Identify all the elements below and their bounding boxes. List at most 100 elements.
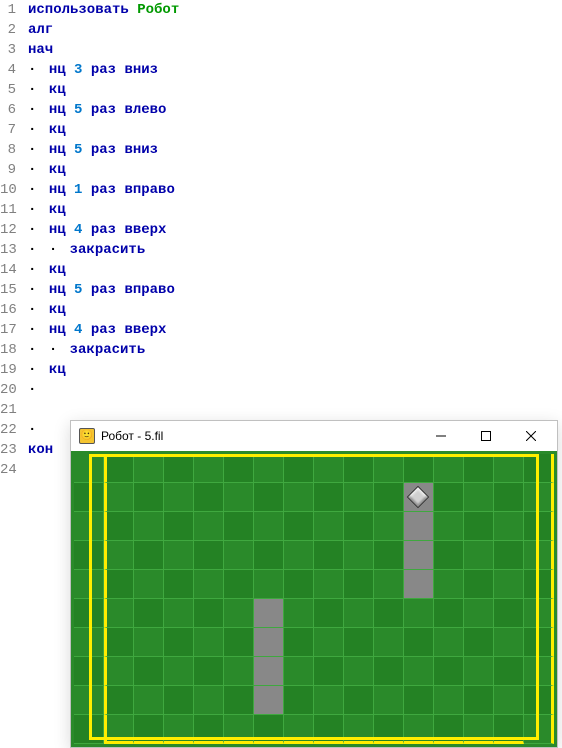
indent-dot: · bbox=[28, 222, 40, 238]
code-line[interactable]: использовать Робот bbox=[28, 0, 562, 20]
line-number: 6 bbox=[0, 100, 16, 120]
token: кц bbox=[49, 82, 66, 98]
grid-cell bbox=[434, 628, 464, 657]
grid-cell bbox=[164, 541, 194, 570]
indent-dot: · bbox=[49, 242, 61, 258]
line-number: 11 bbox=[0, 200, 16, 220]
grid-cell bbox=[134, 512, 164, 541]
code-line[interactable]: · нц 4 раз вверх bbox=[28, 220, 562, 240]
grid-cell bbox=[464, 599, 494, 628]
token: кон bbox=[28, 442, 53, 458]
code-line[interactable]: · кц bbox=[28, 80, 562, 100]
line-number: 17 bbox=[0, 320, 16, 340]
indent-dot: · bbox=[28, 282, 40, 298]
code-line[interactable]: · кц bbox=[28, 200, 562, 220]
code-line[interactable]: · кц bbox=[28, 260, 562, 280]
token: вправо bbox=[124, 282, 174, 298]
grid-cell bbox=[434, 541, 464, 570]
grid-cell bbox=[434, 483, 464, 512]
line-number: 20 bbox=[0, 380, 16, 400]
code-line[interactable]: нач bbox=[28, 40, 562, 60]
titlebar[interactable]: 🙂 Робот - 5.fil bbox=[71, 421, 557, 451]
grid-cell bbox=[224, 599, 254, 628]
token: вниз bbox=[124, 62, 158, 78]
grid-cell bbox=[284, 628, 314, 657]
code-line[interactable]: · кц bbox=[28, 160, 562, 180]
code-area[interactable]: использовать Роботалгнач· нц 3 раз вниз·… bbox=[22, 0, 562, 480]
code-line[interactable]: · · закрасить bbox=[28, 340, 562, 360]
grid-cell bbox=[104, 686, 134, 715]
grid-cell bbox=[254, 541, 284, 570]
grid-cell bbox=[494, 628, 524, 657]
line-number: 9 bbox=[0, 160, 16, 180]
grid-cell bbox=[224, 686, 254, 715]
app-icon: 🙂 bbox=[79, 428, 95, 444]
line-number: 4 bbox=[0, 60, 16, 80]
grid-cell bbox=[224, 454, 254, 483]
line-number: 5 bbox=[0, 80, 16, 100]
grid-cell bbox=[254, 512, 284, 541]
line-number: 16 bbox=[0, 300, 16, 320]
code-line[interactable]: · кц bbox=[28, 300, 562, 320]
grid-cell bbox=[164, 599, 194, 628]
grid-cell bbox=[74, 657, 104, 686]
maximize-button[interactable] bbox=[463, 422, 508, 450]
line-number: 21 bbox=[0, 400, 16, 420]
grid-cell bbox=[374, 715, 404, 744]
grid-cell bbox=[164, 686, 194, 715]
grid-cell bbox=[134, 628, 164, 657]
grid-cell bbox=[164, 570, 194, 599]
code-line[interactable]: · bbox=[28, 380, 562, 400]
grid-cell bbox=[374, 686, 404, 715]
code-line[interactable]: · нц 5 раз влево bbox=[28, 100, 562, 120]
grid-cell bbox=[314, 715, 344, 744]
code-line[interactable]: · нц 5 раз вниз bbox=[28, 140, 562, 160]
code-line[interactable] bbox=[28, 400, 562, 420]
grid-cell bbox=[434, 512, 464, 541]
minimize-button[interactable] bbox=[418, 422, 463, 450]
indent-dot: · bbox=[49, 342, 61, 358]
token: кц bbox=[49, 122, 66, 138]
grid-cell bbox=[134, 657, 164, 686]
code-line[interactable]: · нц 1 раз вправо bbox=[28, 180, 562, 200]
grid-cell bbox=[524, 541, 554, 570]
close-button[interactable] bbox=[508, 422, 553, 450]
grid-cell bbox=[374, 599, 404, 628]
grid-cell bbox=[284, 483, 314, 512]
grid-cell bbox=[224, 512, 254, 541]
grid-cell bbox=[464, 454, 494, 483]
token: раз bbox=[82, 282, 124, 298]
grid-cell bbox=[74, 715, 104, 744]
line-number-gutter: 123456789101112131415161718192021222324 bbox=[0, 0, 22, 480]
indent-dot: · bbox=[28, 342, 40, 358]
grid-cell bbox=[224, 483, 254, 512]
code-line[interactable]: · · закрасить bbox=[28, 240, 562, 260]
grid-cell bbox=[464, 686, 494, 715]
grid-cell bbox=[194, 570, 224, 599]
grid-cell bbox=[404, 512, 434, 541]
grid-cell bbox=[464, 715, 494, 744]
robot-field[interactable] bbox=[71, 451, 557, 747]
token: Робот bbox=[137, 2, 179, 18]
code-line[interactable]: · нц 5 раз вправо bbox=[28, 280, 562, 300]
grid-cell bbox=[104, 483, 134, 512]
code-line[interactable]: · кц bbox=[28, 360, 562, 380]
grid-cell bbox=[284, 570, 314, 599]
grid-cell bbox=[74, 686, 104, 715]
code-line[interactable]: алг bbox=[28, 20, 562, 40]
grid-cell bbox=[134, 541, 164, 570]
grid-cell bbox=[284, 512, 314, 541]
grid-cell bbox=[524, 454, 554, 483]
code-line[interactable]: · нц 4 раз вверх bbox=[28, 320, 562, 340]
code-line[interactable]: · кц bbox=[28, 120, 562, 140]
token: нц bbox=[49, 182, 74, 198]
token: алг bbox=[28, 22, 53, 38]
code-line[interactable]: · нц 3 раз вниз bbox=[28, 60, 562, 80]
grid-cell bbox=[74, 512, 104, 541]
token: вверх bbox=[124, 222, 166, 238]
grid-cell bbox=[344, 512, 374, 541]
grid-cell bbox=[194, 483, 224, 512]
grid-cell bbox=[404, 454, 434, 483]
grid-cell bbox=[194, 715, 224, 744]
token: нц bbox=[49, 142, 74, 158]
